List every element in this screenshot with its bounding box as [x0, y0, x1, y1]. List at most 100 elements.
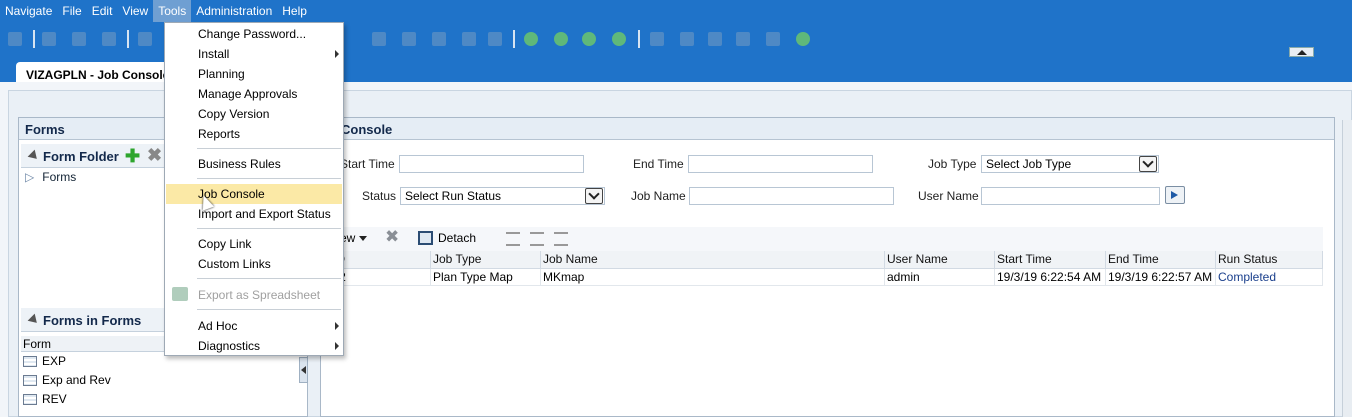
menu-item-label: Diagnostics [198, 339, 261, 353]
form-folder-label: Form Folder [43, 149, 119, 164]
detach-icon[interactable] [418, 231, 433, 245]
menu-item-diagnostics[interactable]: Diagnostics [166, 336, 342, 356]
job-table: ID Job Type Job Name User Name Start Tim… [330, 251, 1323, 286]
menu-item-ad-hoc[interactable]: Ad Hoc [166, 316, 342, 336]
list-item[interactable]: Exp and Rev [23, 373, 111, 387]
column-header-id[interactable]: ID [330, 251, 431, 269]
detach-button[interactable]: Detach [438, 231, 476, 245]
cell-id: 22 [330, 268, 431, 286]
column-header-end-time[interactable]: End Time [1105, 251, 1216, 269]
menu-item-label: Install [198, 47, 230, 61]
edit-icon[interactable] [138, 32, 152, 46]
column-header-user-name[interactable]: User Name [884, 251, 995, 269]
menu-edit[interactable]: Edit [87, 0, 118, 22]
chevron-right-icon[interactable]: ▷ [25, 170, 34, 184]
insert-column-icon[interactable] [708, 32, 722, 46]
go-arrow-button[interactable] [1165, 186, 1185, 204]
user-name-input[interactable] [981, 187, 1160, 205]
job-name-input[interactable] [689, 187, 894, 205]
toolbar-separator [33, 30, 35, 48]
forms-in-forms-label: Forms in Forms [43, 313, 142, 328]
approve-icon[interactable] [554, 32, 568, 46]
menu-item-label: Export as Spreadsheet [198, 288, 321, 302]
home-icon[interactable] [8, 32, 22, 46]
menu-navigate[interactable]: Navigate [0, 0, 57, 22]
options-icon[interactable] [736, 32, 750, 46]
form-name: Exp and Rev [42, 373, 111, 387]
copy-icon[interactable] [372, 32, 386, 46]
job-type-value: Select Job Type [986, 157, 1072, 171]
chevron-down-icon[interactable] [585, 188, 603, 204]
table-header-row: ID Job Type Job Name User Name Start Tim… [330, 251, 1323, 269]
paste-icon[interactable] [402, 32, 416, 46]
column-header-run-status[interactable]: Run Status [1215, 251, 1323, 269]
tree-item-label: Forms [42, 170, 77, 184]
delete-folder-icon[interactable]: ✖ [147, 145, 162, 166]
panel-splitter[interactable] [299, 357, 308, 383]
save-icon[interactable] [42, 32, 56, 46]
add-folder-icon[interactable]: ✚ [125, 146, 140, 167]
menu-tools[interactable]: Tools [153, 0, 192, 22]
promote-icon[interactable] [582, 32, 596, 46]
spread-icon[interactable] [462, 32, 476, 46]
run-icon[interactable] [796, 32, 810, 46]
form-grid-icon [23, 393, 37, 405]
adjust-icon[interactable] [432, 32, 446, 46]
menu-view[interactable]: View [117, 0, 153, 22]
submenu-arrow-icon [335, 322, 339, 330]
insert-row-icon[interactable] [680, 32, 694, 46]
menu-item-business-rules[interactable]: Business Rules [166, 154, 342, 174]
collapse-triangle-icon[interactable] [27, 313, 41, 327]
menu-item-change-password[interactable]: Change Password... [166, 24, 342, 44]
refresh-icon[interactable] [72, 32, 86, 46]
status-select[interactable]: Select Run Status [400, 187, 605, 205]
job-type-select[interactable]: Select Job Type [981, 155, 1159, 173]
menu-help[interactable]: Help [277, 0, 312, 22]
toolbar-separator [638, 30, 640, 48]
menu-item-install[interactable]: Install [166, 44, 342, 64]
list-item[interactable]: REV [23, 392, 67, 406]
chevron-down-icon[interactable] [1139, 156, 1157, 172]
vertical-scrollbar[interactable] [1342, 120, 1352, 417]
validate-icon[interactable] [524, 32, 538, 46]
menu-item-planning[interactable]: Planning [166, 64, 342, 84]
job-name-label: Job Name [631, 189, 686, 203]
menu-item-custom-links[interactable]: Custom Links [166, 254, 342, 274]
sort-ascending-icon[interactable] [506, 232, 520, 246]
menu-item-manage-approvals[interactable]: Manage Approvals [166, 84, 342, 104]
end-time-input[interactable] [688, 155, 873, 173]
column-header-job-name[interactable]: Job Name [540, 251, 885, 269]
table-row[interactable]: 22 Plan Type Map MKmap admin 19/3/19 6:2… [330, 268, 1323, 286]
menu-bar: Navigate File Edit View Tools Administra… [0, 0, 340, 22]
column-header-start-time[interactable]: Start Time [994, 251, 1106, 269]
run-status-link[interactable]: Completed [1215, 268, 1323, 286]
menu-item-copy-link[interactable]: Copy Link [166, 234, 342, 254]
cancel-icon[interactable] [766, 32, 780, 46]
collapse-triangle-icon[interactable] [27, 149, 41, 163]
menu-item-label: Ad Hoc [198, 319, 238, 333]
menu-item-job-console[interactable]: Job Console [166, 184, 342, 204]
cell-end-time: 19/3/19 6:22:57 AM [1105, 268, 1216, 286]
menu-item-import-export-status[interactable]: Import and Export Status [166, 204, 342, 224]
console-title: Console [321, 118, 1334, 140]
filter-icon[interactable] [650, 32, 664, 46]
menu-item-export-spreadsheet: Export as Spreadsheet [166, 285, 342, 305]
menu-administration[interactable]: Administration [191, 0, 277, 22]
menu-item-copy-version[interactable]: Copy Version [166, 104, 342, 124]
tree-item-forms[interactable]: ▷ Forms [25, 170, 76, 184]
start-time-input[interactable] [399, 155, 584, 173]
list-item[interactable]: EXP [23, 354, 66, 368]
menu-item-reports[interactable]: Reports [166, 124, 342, 144]
column-header-job-type[interactable]: Job Type [430, 251, 541, 269]
collapse-header-button[interactable] [1289, 47, 1314, 57]
view-menu-button[interactable]: ew [340, 231, 368, 245]
print-icon[interactable] [102, 32, 116, 46]
form-name: REV [42, 392, 67, 406]
delete-icon[interactable]: ✖ [385, 227, 399, 247]
submenu-arrow-icon [335, 342, 339, 350]
sign-off-icon[interactable] [612, 32, 626, 46]
reorder-columns-icon[interactable] [554, 232, 568, 246]
grid-toggle-icon[interactable] [488, 32, 502, 46]
menu-file[interactable]: File [57, 0, 86, 22]
sort-descending-icon[interactable] [530, 232, 544, 246]
